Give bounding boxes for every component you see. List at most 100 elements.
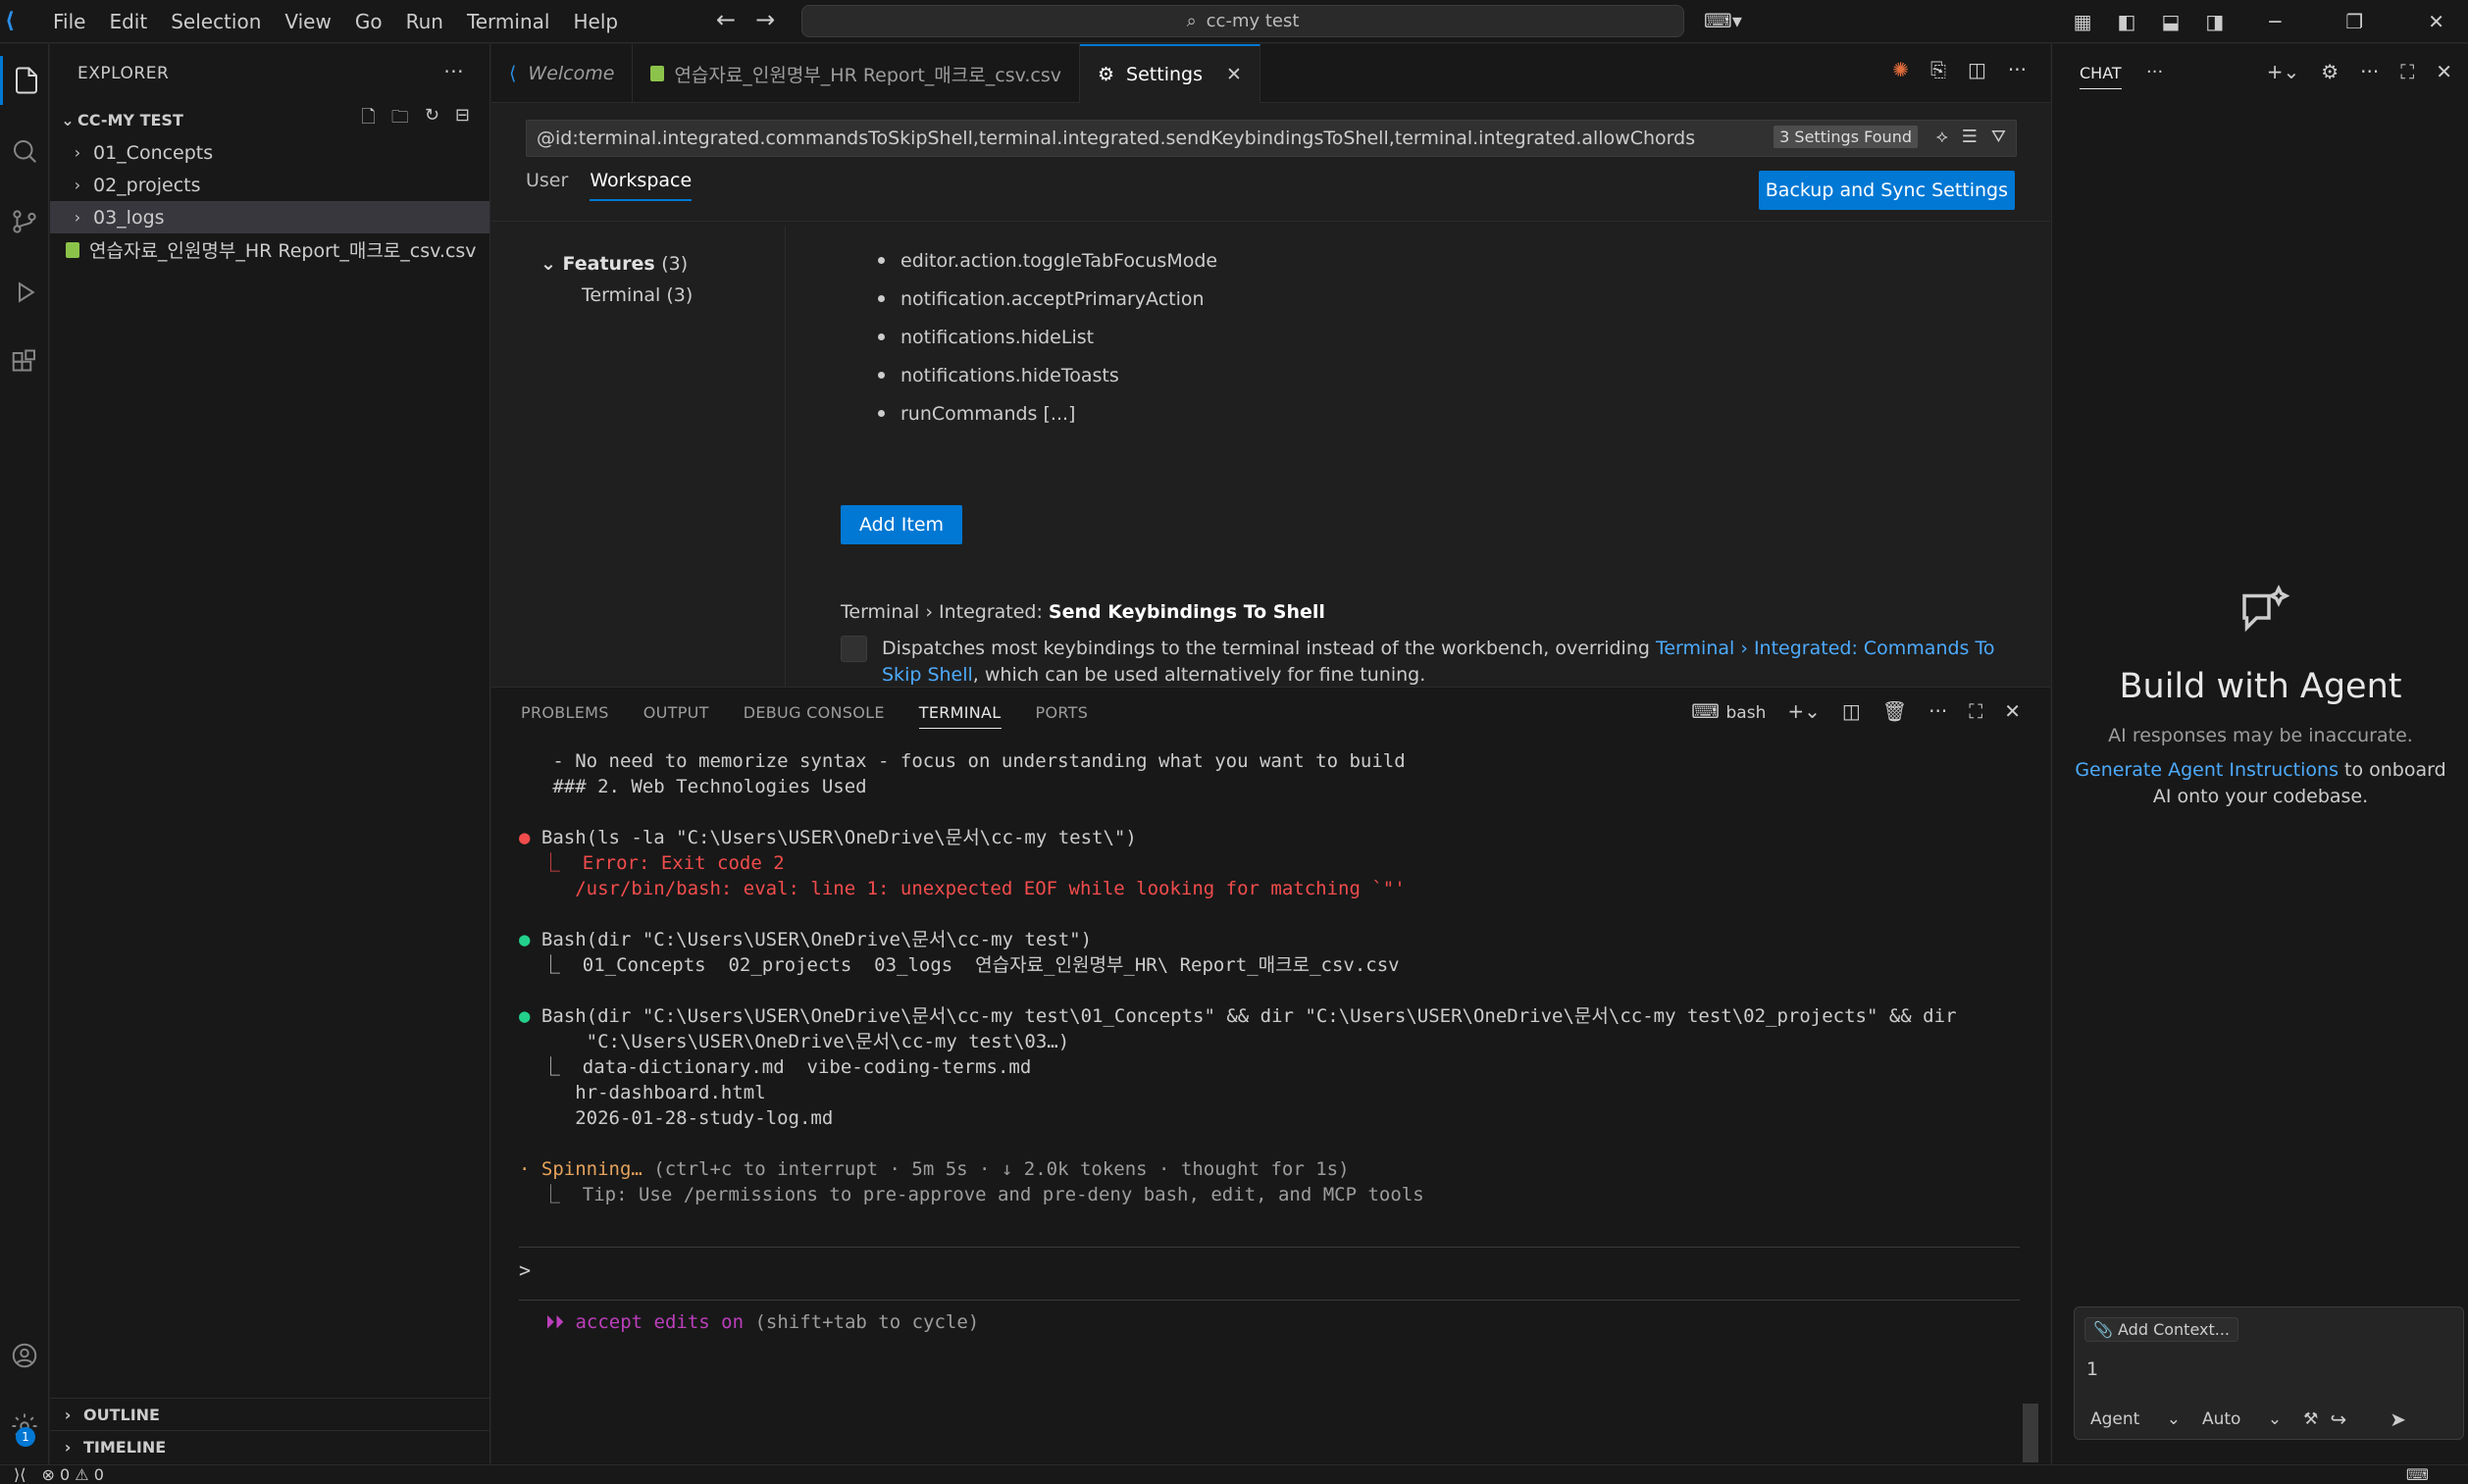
menu-run[interactable]: Run [394, 10, 455, 33]
menu-go[interactable]: Go [343, 10, 394, 33]
filter-icon[interactable]: ⛛ [1991, 127, 2006, 147]
editor-tabs: ⟨ Welcome 연습자료_인원명부_HR Report_매크로_csv.cs… [491, 44, 2050, 103]
menu-file[interactable]: File [41, 10, 97, 33]
tab-settings[interactable]: ⚙ Settings ✕ [1080, 44, 1260, 103]
tab-ports[interactable]: PORTS [1036, 703, 1089, 729]
model-picker[interactable]: Auto ⌄ [2202, 1409, 2282, 1429]
add-context-button[interactable]: 📎 Add Context... [2084, 1317, 2239, 1342]
more-actions-icon[interactable]: ··· [2146, 62, 2163, 82]
terminal-cmd: Bash(ls -la "C:\Users\USER\OneDrive\문서\c… [540, 827, 1137, 848]
tree-folder-01-concepts[interactable]: › 01_Concepts [50, 136, 489, 169]
restore-icon[interactable]: ❐ [2345, 10, 2363, 33]
tab-workspace[interactable]: Workspace [590, 170, 693, 201]
terminal-line: hr-dashboard.html [519, 1082, 766, 1103]
close-chat-icon[interactable]: ✕ [2436, 60, 2452, 83]
split-terminal-icon[interactable]: ◫ [1842, 699, 1861, 723]
copilot-status-icon[interactable]: ⌨ [2406, 1465, 2429, 1484]
terminal-prompt[interactable]: > [519, 1258, 531, 1282]
kill-terminal-icon[interactable]: 🗑 [1882, 699, 1907, 723]
tab-debug-console[interactable]: DEBUG CONSOLE [744, 703, 885, 729]
search-activity-icon[interactable] [0, 127, 49, 176]
menu-terminal[interactable]: Terminal [455, 10, 562, 33]
minimize-icon[interactable]: ─ [2269, 10, 2281, 33]
run-debug-icon[interactable] [0, 268, 49, 317]
terminal-line: ⎿ Tip: Use /permissions to pre-approve a… [519, 1184, 1424, 1205]
split-editor-icon[interactable]: ◫ [1968, 58, 1986, 81]
tools-icon[interactable]: ⚒ [2303, 1409, 2318, 1429]
clear-filter-icon[interactable]: ⟡ [1936, 127, 1948, 147]
toc-terminal[interactable]: Terminal (3) [582, 284, 693, 306]
tab-problems[interactable]: PROBLEMS [521, 703, 609, 729]
more-actions-icon[interactable]: ··· [1928, 699, 1947, 723]
maximize-panel-icon[interactable]: ⛶ [1969, 699, 1982, 723]
menu-view[interactable]: View [273, 10, 342, 33]
delegate-icon[interactable]: ↪ [2330, 1407, 2346, 1431]
forward-arrow-icon[interactable]: → [755, 6, 775, 33]
tree-folder-02-projects[interactable]: › 02_projects [50, 169, 489, 201]
list-item[interactable]: runCommands [...] [878, 394, 1217, 433]
list-item[interactable]: notifications.hideToasts [878, 356, 1217, 394]
close-panel-icon[interactable]: ✕ [2004, 699, 2021, 723]
menu-edit[interactable]: Edit [97, 10, 159, 33]
commands-list: editor.action.toggleTabFocusMode notific… [878, 241, 1217, 433]
collapse-all-icon[interactable]: ⊟ [455, 105, 470, 134]
chat-title[interactable]: CHAT [2080, 64, 2122, 89]
toc-features[interactable]: ⌄ Features (3) [540, 253, 688, 275]
timeline-section[interactable]: › TIMELINE [50, 1430, 490, 1462]
add-item-button[interactable]: Add Item [841, 505, 962, 544]
close-tab-icon[interactable]: ✕ [1226, 64, 1242, 85]
refresh-icon[interactable]: ↻ [425, 105, 439, 134]
backup-sync-button[interactable]: Backup and Sync Settings [1758, 171, 2015, 210]
tab-terminal[interactable]: TERMINAL [918, 703, 1002, 729]
list-item[interactable]: notifications.hideList [878, 318, 1217, 356]
chat-input-box[interactable]: 📎 Add Context... 1 Agent ⌄ Auto ⌄ ⚒ ↪ ➤ [2074, 1306, 2464, 1440]
toggle-secondary-sidebar-icon[interactable]: ◨ [2205, 10, 2224, 33]
chat-input-value[interactable]: 1 [2086, 1358, 2098, 1380]
explorer-icon[interactable] [0, 56, 49, 105]
send-icon[interactable]: ➤ [2390, 1407, 2406, 1431]
command-center[interactable]: ⌕ cc-my test [801, 5, 1684, 37]
tree-file-csv[interactable]: 연습자료_인원명부_HR Report_매크로_csv.csv [50, 233, 489, 266]
back-arrow-icon[interactable]: ← [716, 6, 736, 33]
source-control-icon[interactable] [0, 197, 49, 246]
list-item[interactable]: editor.action.toggleTabFocusMode [878, 241, 1217, 280]
remote-icon[interactable]: ⟩⟨ [14, 1465, 26, 1484]
new-chat-icon[interactable]: +⌄ [2267, 60, 2300, 83]
copilot-icon[interactable]: ⌨▾ [1704, 9, 1742, 32]
mode-picker[interactable]: Agent ⌄ [2090, 1409, 2181, 1429]
more-actions-icon[interactable]: ··· [443, 60, 464, 83]
more-actions-icon[interactable]: ··· [2360, 60, 2379, 83]
terminal-shell-selector[interactable]: ⌨ bash [1691, 699, 1766, 723]
generate-instructions-link[interactable]: Generate Agent Instructions [2075, 759, 2339, 781]
workspace-section[interactable]: ⌄ CC-MY TEST 🗋 🗀 ↻ ⊟ [50, 103, 489, 136]
settings-search-input[interactable]: @id:terminal.integrated.commandsToSkipSh… [526, 120, 2017, 157]
new-folder-icon[interactable]: 🗀 [391, 105, 409, 134]
new-terminal-icon[interactable]: +⌄ [1787, 699, 1821, 723]
tab-user[interactable]: User [526, 170, 568, 201]
terminal-scrollbar[interactable] [2023, 1404, 2038, 1462]
more-actions-icon[interactable]: ··· [2008, 58, 2027, 81]
claude-icon[interactable]: ✺ [1892, 58, 1909, 81]
tab-welcome[interactable]: ⟨ Welcome [491, 44, 634, 103]
list-item[interactable]: notification.acceptPrimaryAction [878, 280, 1217, 318]
send-keybindings-checkbox[interactable] [841, 636, 867, 662]
problems-status[interactable]: ⊗ 0 ⚠ 0 [41, 1465, 103, 1484]
chat-settings-icon[interactable]: ⚙ [2321, 60, 2339, 83]
open-settings-json-icon[interactable]: ⎘ [1930, 58, 1946, 81]
accounts-icon[interactable] [0, 1331, 49, 1380]
terminal-output[interactable]: - No need to memorize syntax - focus on … [519, 748, 2020, 1207]
extensions-icon[interactable] [0, 338, 49, 387]
maximize-icon[interactable]: ⛶ [2400, 60, 2414, 83]
menu-help[interactable]: Help [561, 10, 630, 33]
close-window-icon[interactable]: ✕ [2428, 10, 2444, 33]
list-filter-icon[interactable]: ☰ [1962, 127, 1978, 147]
new-file-icon[interactable]: 🗋 [361, 105, 375, 134]
toggle-panel-icon[interactable]: ⬓ [2161, 10, 2180, 33]
toggle-sidebar-icon[interactable]: ◧ [2118, 10, 2136, 33]
tab-csv[interactable]: 연습자료_인원명부_HR Report_매크로_csv.csv [633, 44, 1080, 103]
tree-folder-03-logs[interactable]: › 03_logs [50, 201, 489, 233]
layout-icon[interactable]: ▦ [2074, 10, 2092, 33]
outline-section[interactable]: › OUTLINE [50, 1398, 490, 1430]
tab-output[interactable]: OUTPUT [643, 703, 709, 729]
menu-selection[interactable]: Selection [159, 10, 273, 33]
